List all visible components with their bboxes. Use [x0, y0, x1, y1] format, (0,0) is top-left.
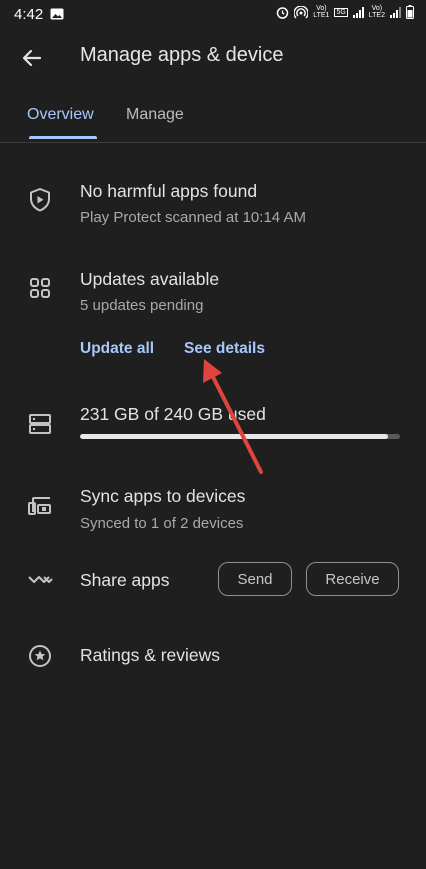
protect-title: No harmful apps found [80, 181, 258, 201]
update-all-button[interactable]: Update all [80, 340, 154, 358]
active-tab-indicator [29, 136, 97, 139]
gallery-notification-icon [50, 8, 64, 20]
storage-icon [29, 414, 51, 434]
network-lte2-label: Vo) LTE2 [368, 5, 385, 19]
sync-subtitle: Synced to 1 of 2 devices [80, 515, 244, 532]
see-details-button[interactable]: See details [184, 340, 265, 358]
tab-bar: Overview Manage [0, 96, 426, 143]
protect-subtitle: Play Protect scanned at 10:14 AM [80, 209, 306, 226]
storage-title: 231 GB of 240 GB used [80, 404, 266, 424]
ratings-star-icon [29, 645, 51, 667]
network-lte1-label: Vo) LTE1 [313, 5, 330, 19]
status-icons: Vo) LTE1 5G Vo) LTE2 [276, 5, 414, 19]
network-5g-label: 5G [334, 7, 348, 17]
status-time: 4:42 [14, 6, 44, 23]
nearby-share-icon [28, 576, 53, 583]
tab-overview[interactable]: Overview [27, 106, 94, 124]
sync-title: Sync apps to devices [80, 486, 246, 506]
send-button[interactable]: Send [218, 562, 292, 596]
updates-title: Updates available [80, 269, 220, 289]
top-app-bar: Manage apps & device [0, 30, 426, 86]
alarm-icon [276, 6, 289, 19]
status-bar: 4:42 Vo) LTE1 5G Vo) LTE2 [0, 0, 426, 30]
receive-button[interactable]: Receive [306, 562, 399, 596]
devices-icon [28, 497, 51, 515]
page-title: Manage apps & device [80, 44, 284, 66]
tab-manage[interactable]: Manage [126, 106, 184, 124]
updates-subtitle: 5 updates pending [80, 297, 204, 314]
apps-grid-icon [30, 278, 50, 298]
play-protect-shield-icon [30, 188, 50, 212]
battery-icon [406, 5, 414, 19]
signal-icon-2 [390, 6, 401, 18]
storage-progress-fill [80, 434, 388, 439]
signal-icon-1 [352, 6, 364, 18]
hotspot-icon [294, 5, 309, 18]
back-arrow-icon[interactable] [18, 44, 46, 72]
storage-progress-bar [80, 434, 400, 439]
share-title: Share apps [80, 570, 170, 590]
ratings-title: Ratings & reviews [80, 645, 221, 665]
